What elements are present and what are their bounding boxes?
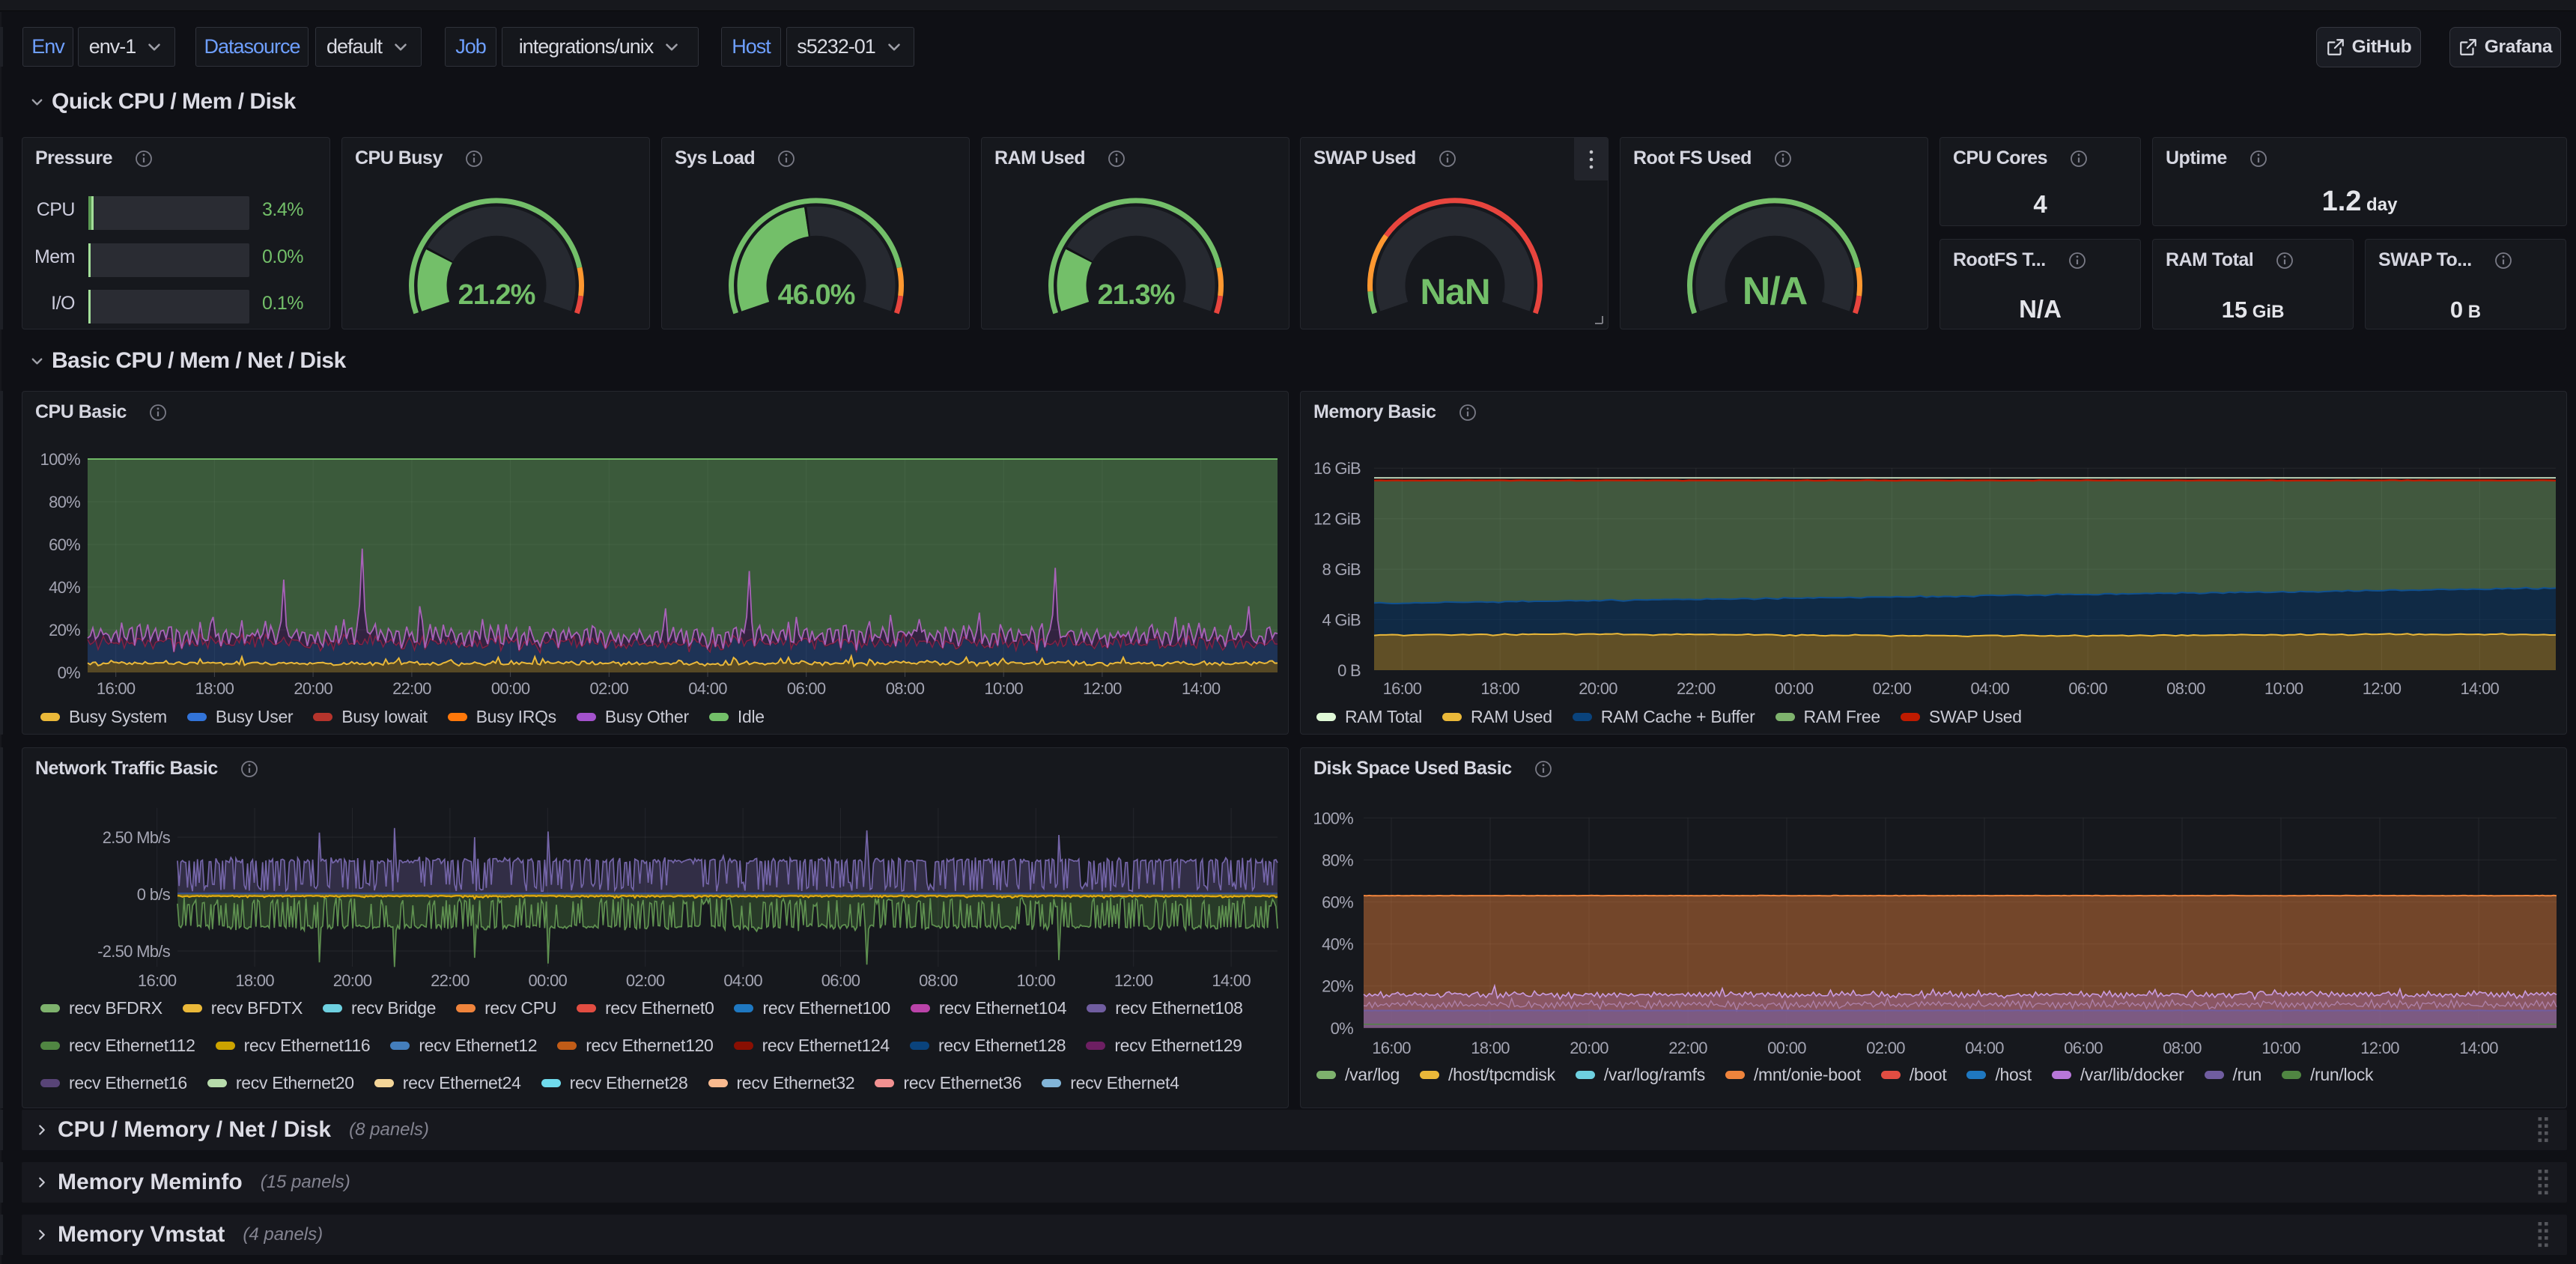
svg-text:08:00: 08:00 bbox=[886, 679, 925, 698]
svg-text:8 GiB: 8 GiB bbox=[1322, 560, 1361, 579]
svg-text:00:00: 00:00 bbox=[1767, 1039, 1806, 1057]
svg-text:04:00: 04:00 bbox=[1971, 679, 2010, 698]
svg-text:18:00: 18:00 bbox=[1471, 1039, 1510, 1057]
svg-text:0%: 0% bbox=[58, 663, 81, 682]
svg-text:16:00: 16:00 bbox=[97, 679, 136, 698]
svg-text:40%: 40% bbox=[1322, 935, 1353, 954]
svg-text:10:00: 10:00 bbox=[2261, 1039, 2300, 1057]
svg-text:18:00: 18:00 bbox=[1480, 679, 1519, 698]
svg-text:20:00: 20:00 bbox=[294, 679, 332, 698]
svg-text:21.3%: 21.3% bbox=[1098, 279, 1175, 311]
svg-text:18:00: 18:00 bbox=[195, 679, 234, 698]
svg-text:08:00: 08:00 bbox=[2166, 679, 2205, 698]
svg-text:0 b/s: 0 b/s bbox=[137, 885, 171, 904]
svg-text:20:00: 20:00 bbox=[1579, 679, 1617, 698]
svg-text:20:00: 20:00 bbox=[1570, 1039, 1609, 1057]
svg-text:N/A: N/A bbox=[1743, 270, 1808, 313]
svg-text:02:00: 02:00 bbox=[590, 679, 629, 698]
svg-text:06:00: 06:00 bbox=[2068, 679, 2107, 698]
svg-text:00:00: 00:00 bbox=[1775, 679, 1814, 698]
svg-text:14:00: 14:00 bbox=[1212, 971, 1251, 990]
svg-text:80%: 80% bbox=[49, 493, 80, 511]
svg-text:18:00: 18:00 bbox=[235, 971, 274, 990]
svg-text:12:00: 12:00 bbox=[1083, 679, 1122, 698]
svg-text:12:00: 12:00 bbox=[2360, 1039, 2399, 1057]
svg-text:08:00: 08:00 bbox=[2163, 1039, 2202, 1057]
svg-text:16:00: 16:00 bbox=[1372, 1039, 1411, 1057]
svg-text:-2.50 Mb/s: -2.50 Mb/s bbox=[97, 942, 171, 961]
svg-text:02:00: 02:00 bbox=[626, 971, 665, 990]
svg-text:0%: 0% bbox=[1331, 1019, 1354, 1038]
svg-text:04:00: 04:00 bbox=[723, 971, 762, 990]
svg-text:04:00: 04:00 bbox=[1965, 1039, 2004, 1057]
svg-text:16 GiB: 16 GiB bbox=[1313, 459, 1361, 478]
svg-text:12:00: 12:00 bbox=[1114, 971, 1153, 990]
svg-text:80%: 80% bbox=[1322, 851, 1353, 869]
svg-text:00:00: 00:00 bbox=[529, 971, 568, 990]
svg-text:02:00: 02:00 bbox=[1866, 1039, 1905, 1057]
svg-text:08:00: 08:00 bbox=[919, 971, 958, 990]
svg-text:14:00: 14:00 bbox=[2461, 679, 2500, 698]
svg-text:14:00: 14:00 bbox=[1182, 679, 1221, 698]
svg-text:02:00: 02:00 bbox=[1873, 679, 1912, 698]
svg-text:4 GiB: 4 GiB bbox=[1322, 611, 1361, 630]
svg-text:60%: 60% bbox=[49, 535, 80, 554]
svg-text:16:00: 16:00 bbox=[1383, 679, 1422, 698]
svg-text:06:00: 06:00 bbox=[821, 971, 860, 990]
svg-text:14:00: 14:00 bbox=[2459, 1039, 2498, 1057]
svg-text:46.0%: 46.0% bbox=[778, 279, 855, 311]
svg-text:0 B: 0 B bbox=[1337, 661, 1361, 680]
svg-text:00:00: 00:00 bbox=[491, 679, 530, 698]
svg-text:10:00: 10:00 bbox=[1017, 971, 1056, 990]
svg-text:22:00: 22:00 bbox=[1677, 679, 1716, 698]
svg-text:21.2%: 21.2% bbox=[458, 279, 535, 311]
svg-text:20%: 20% bbox=[49, 621, 80, 639]
svg-text:100%: 100% bbox=[1313, 809, 1354, 827]
svg-text:06:00: 06:00 bbox=[2064, 1039, 2103, 1057]
svg-text:20:00: 20:00 bbox=[333, 971, 372, 990]
svg-text:04:00: 04:00 bbox=[688, 679, 727, 698]
svg-text:40%: 40% bbox=[49, 578, 80, 597]
svg-text:60%: 60% bbox=[1322, 893, 1353, 912]
svg-text:10:00: 10:00 bbox=[984, 679, 1023, 698]
svg-text:06:00: 06:00 bbox=[787, 679, 826, 698]
svg-text:22:00: 22:00 bbox=[392, 679, 431, 698]
svg-text:22:00: 22:00 bbox=[1668, 1039, 1707, 1057]
svg-text:100%: 100% bbox=[40, 450, 81, 469]
svg-text:20%: 20% bbox=[1322, 977, 1353, 996]
svg-text:2.50 Mb/s: 2.50 Mb/s bbox=[103, 828, 171, 847]
svg-text:12:00: 12:00 bbox=[2363, 679, 2402, 698]
svg-text:12 GiB: 12 GiB bbox=[1313, 510, 1361, 529]
svg-text:16:00: 16:00 bbox=[138, 971, 177, 990]
svg-text:10:00: 10:00 bbox=[2264, 679, 2303, 698]
svg-text:NaN: NaN bbox=[1420, 273, 1489, 312]
svg-text:22:00: 22:00 bbox=[431, 971, 470, 990]
